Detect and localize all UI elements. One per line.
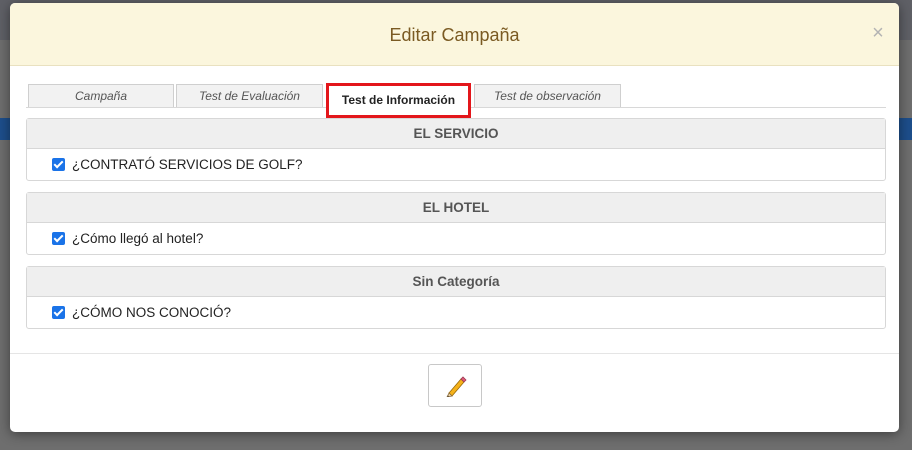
footer-divider: [10, 353, 899, 354]
tab-test-informacion[interactable]: Test de Información: [326, 83, 471, 118]
page-backdrop-bar: [0, 118, 10, 140]
section-heading: EL SERVICIO: [27, 119, 885, 149]
list-item: ¿CÓMO NOS CONOCIÓ?: [27, 297, 885, 328]
page-backdrop-bar: [898, 118, 912, 140]
tab-campana[interactable]: Campaña: [28, 84, 174, 107]
close-icon[interactable]: ×: [869, 23, 887, 43]
edit-campaign-modal: Editar Campaña × Campaña Test de Evaluac…: [10, 3, 899, 432]
section-panel-hotel: EL HOTEL ¿Cómo llegó al hotel?: [26, 192, 886, 255]
modal-header: Editar Campaña ×: [10, 3, 899, 66]
edit-button[interactable]: [428, 364, 482, 407]
section-heading: EL HOTEL: [27, 193, 885, 223]
question-label: ¿CÓMO NOS CONOCIÓ?: [72, 305, 232, 320]
section-heading: Sin Categoría: [27, 267, 885, 297]
question-checkbox[interactable]: [52, 306, 65, 319]
section-panel-sin-categoria: Sin Categoría ¿CÓMO NOS CONOCIÓ?: [26, 266, 886, 329]
question-checkbox[interactable]: [52, 158, 65, 171]
question-label: ¿CONTRATÓ SERVICIOS DE GOLF?: [72, 157, 303, 172]
question-label: ¿Cómo llegó al hotel?: [72, 231, 204, 246]
tab-test-observacion[interactable]: Test de observación: [474, 84, 621, 107]
tab-test-evaluacion[interactable]: Test de Evaluación: [176, 84, 323, 107]
pencil-icon: [446, 376, 467, 397]
modal-title: Editar Campaña: [389, 25, 520, 45]
section-panel-servicio: EL SERVICIO ¿CONTRATÓ SERVICIOS DE GOLF?: [26, 118, 886, 181]
question-checkbox[interactable]: [52, 232, 65, 245]
list-item: ¿Cómo llegó al hotel?: [27, 223, 885, 254]
list-item: ¿CONTRATÓ SERVICIOS DE GOLF?: [27, 149, 885, 180]
